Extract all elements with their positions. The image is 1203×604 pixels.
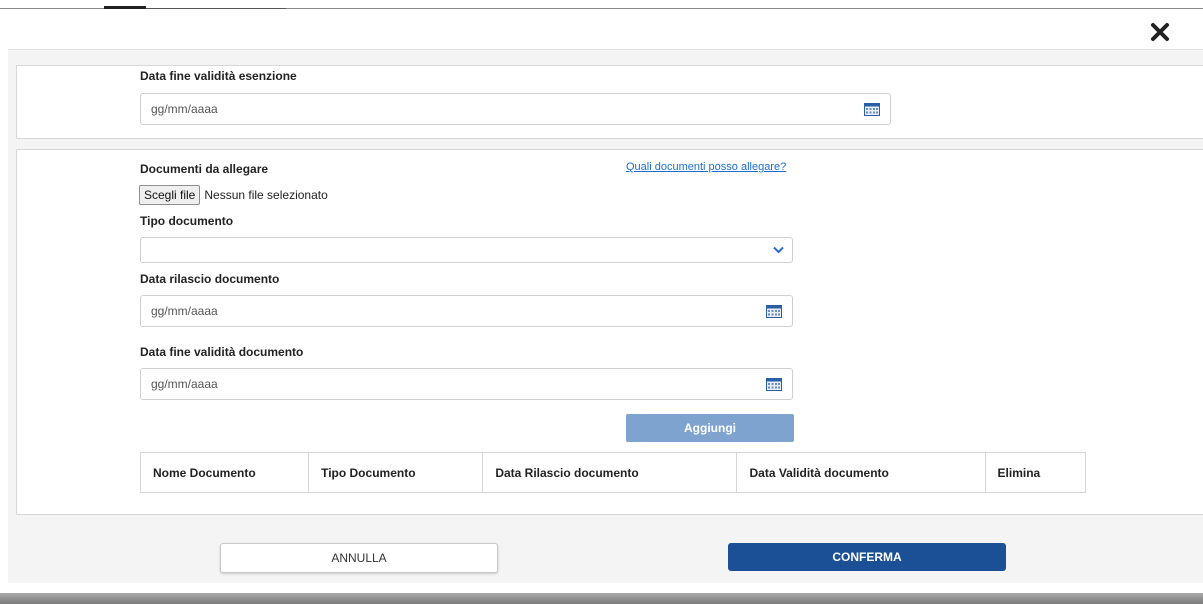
issue-date-label: Data rilascio documento [140, 272, 280, 286]
column-document-name: Nome Documento [139, 452, 310, 493]
calendar-icon[interactable] [864, 102, 880, 116]
calendar-icon[interactable] [766, 304, 782, 318]
no-file-text: Nessun file selezionato [204, 188, 328, 202]
table-header-row: Nome Documento Tipo Documento Data Rilas… [139, 452, 1087, 493]
window-bottom-bar [0, 593, 1203, 604]
doc-end-date-label: Data fine validità documento [140, 345, 304, 359]
issue-date-input[interactable]: gg/mm/aaaa [140, 295, 793, 327]
doc-type-select[interactable] [140, 237, 793, 263]
add-document-button[interactable]: Aggiungi [626, 414, 794, 442]
close-icon [1151, 23, 1169, 41]
modal-header [8, 9, 1203, 50]
issue-date-placeholder: gg/mm/aaaa [151, 304, 218, 318]
doc-type-label: Tipo documento [140, 214, 234, 228]
exemption-end-date-placeholder: gg/mm/aaaa [151, 102, 218, 116]
column-validity-date: Data Validità documento [736, 452, 986, 493]
documents-table: Nome Documento Tipo Documento Data Rilas… [139, 452, 1087, 493]
doc-end-date-placeholder: gg/mm/aaaa [151, 377, 218, 391]
choose-file-button[interactable]: Scegli file [139, 185, 201, 205]
column-delete: Elimina [984, 452, 1087, 493]
modal-dialog: Data fine validità esenzione gg/mm/aaaa … [8, 9, 1203, 583]
doc-end-date-input[interactable]: gg/mm/aaaa [140, 368, 793, 400]
exemption-end-date-label: Data fine validità esenzione [140, 69, 297, 83]
attach-documents-label: Documenti da allegare [140, 162, 269, 176]
exemption-end-date-input[interactable]: gg/mm/aaaa [140, 93, 891, 125]
cancel-button[interactable]: ANNULLA [220, 543, 498, 573]
column-issue-date: Data Rilascio documento [482, 452, 738, 493]
confirm-button[interactable]: CONFERMA [728, 543, 1006, 571]
file-chooser: Scegli file Nessun file selezionato [139, 185, 328, 205]
chevron-down-icon [773, 246, 784, 254]
column-document-type: Tipo Documento [308, 452, 484, 493]
calendar-icon[interactable] [766, 377, 782, 391]
help-documents-link[interactable]: Quali documenti posso allegare? [626, 161, 786, 173]
close-button[interactable] [1147, 19, 1173, 45]
